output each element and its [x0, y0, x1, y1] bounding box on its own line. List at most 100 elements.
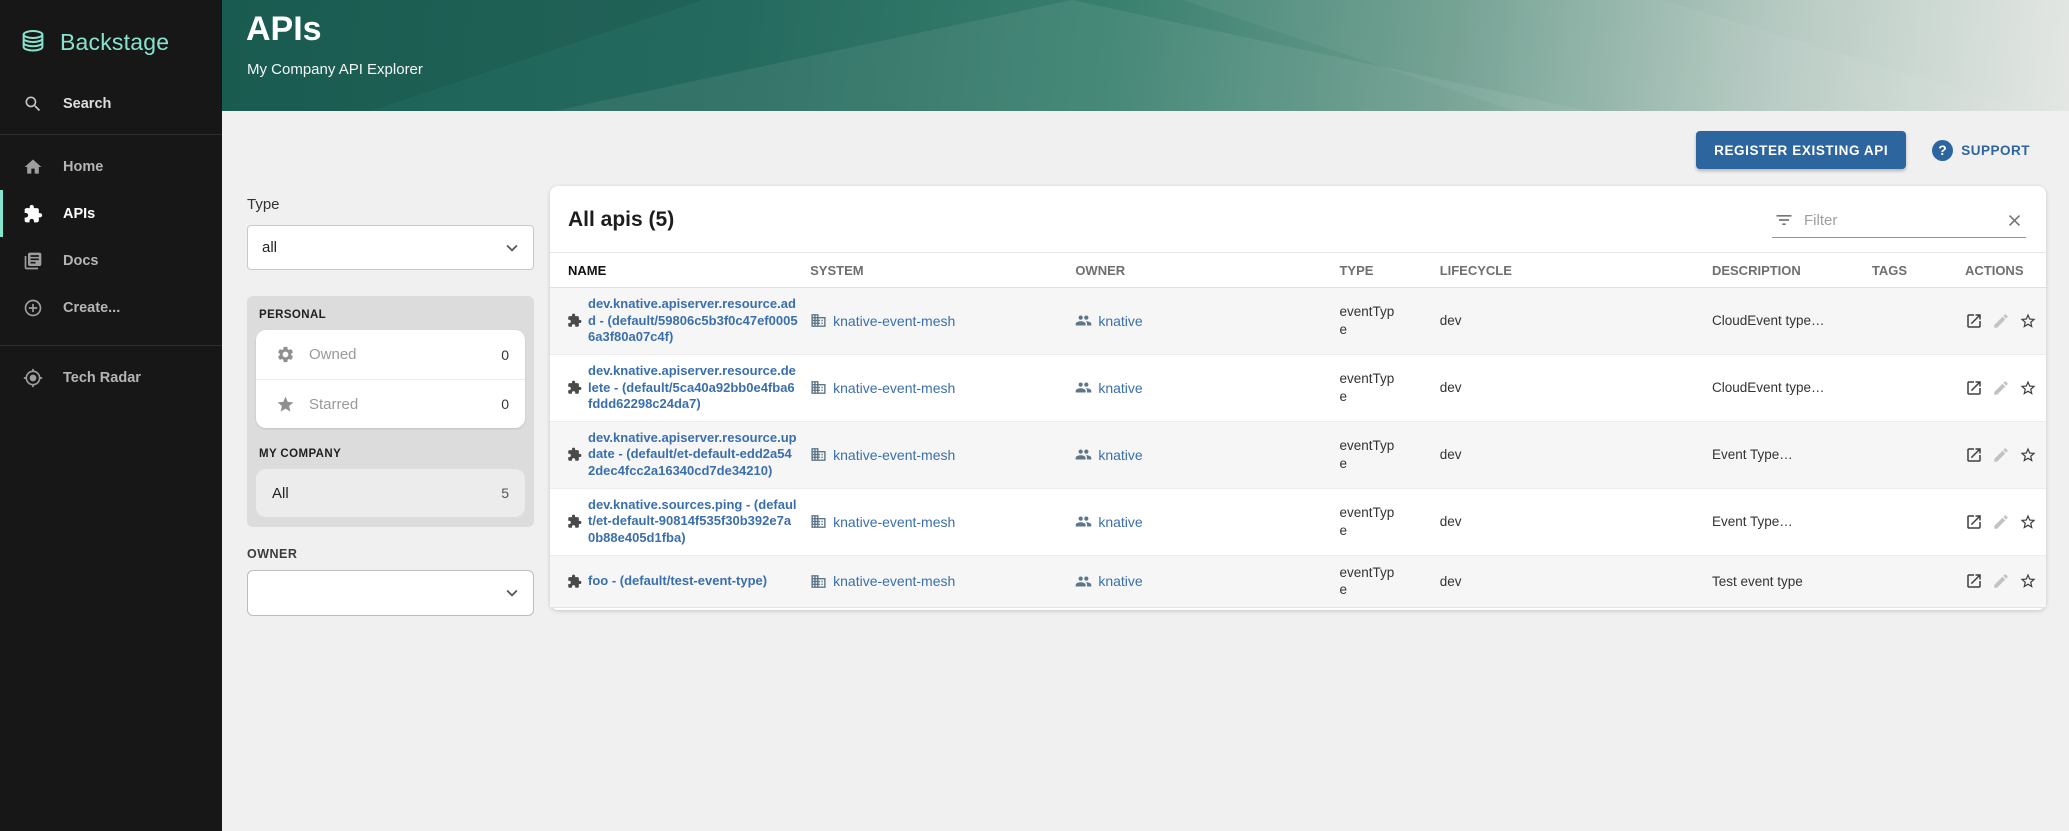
filter-panel: Type all PERSONAL Owned 0: [247, 196, 534, 616]
star-toggle-button[interactable]: [2019, 446, 2037, 464]
column-header-name[interactable]: NAME: [550, 253, 810, 288]
system-link[interactable]: knative-event-mesh: [833, 447, 955, 463]
view-definition-button[interactable]: [1965, 513, 1983, 531]
open-in-new-icon: [1965, 572, 1983, 590]
edit-button[interactable]: [1992, 379, 2010, 397]
system-link[interactable]: knative-event-mesh: [833, 380, 955, 396]
group-icon: [1075, 446, 1092, 463]
owner-select[interactable]: [247, 570, 534, 616]
type-value: eventType: [1339, 504, 1401, 539]
open-in-new-icon: [1965, 446, 1983, 464]
edit-button[interactable]: [1992, 572, 2010, 590]
filter-item-starred[interactable]: Starred 0: [256, 379, 525, 428]
api-name-link[interactable]: foo - (default/test-event-type): [588, 573, 798, 590]
view-definition-button[interactable]: [1965, 312, 1983, 330]
star-outline-icon: [2019, 513, 2037, 531]
column-header-owner[interactable]: OWNER: [1075, 253, 1339, 288]
edit-pencil-icon: [1992, 379, 2010, 397]
column-header-type[interactable]: TYPE: [1339, 253, 1439, 288]
register-existing-api-button[interactable]: REGISTER EXISTING API: [1696, 131, 1906, 169]
description-value: Test event type: [1712, 574, 1803, 589]
filter-item-all[interactable]: All 5: [256, 469, 525, 517]
owner-link[interactable]: knative: [1098, 447, 1142, 463]
owner-link[interactable]: knative: [1098, 514, 1142, 530]
support-button[interactable]: ? SUPPORT: [1932, 140, 2030, 161]
edit-pencil-icon: [1992, 572, 2010, 590]
sidebar-item-docs[interactable]: Docs: [0, 237, 222, 284]
api-name-link[interactable]: dev.knative.apiserver.resource.add - (de…: [588, 296, 798, 346]
api-table-card: All apis (5) NAME: [550, 186, 2046, 610]
sidebar-divider: [0, 345, 222, 346]
puzzle-icon: [567, 447, 582, 462]
type-select[interactable]: all: [247, 225, 534, 270]
table-header-bar: All apis (5): [550, 186, 2046, 252]
star-outline-icon: [2019, 379, 2037, 397]
company-group-label: MY COMPANY: [256, 446, 525, 469]
edit-pencil-icon: [1992, 312, 2010, 330]
support-label: SUPPORT: [1961, 143, 2030, 158]
domain-icon: [810, 312, 827, 329]
edit-button[interactable]: [1992, 513, 2010, 531]
star-outline-icon: [2019, 312, 2037, 330]
edit-button[interactable]: [1992, 312, 2010, 330]
add-circle-icon: [23, 298, 43, 318]
personal-group-label: PERSONAL: [256, 307, 525, 330]
owner-link[interactable]: knative: [1098, 380, 1142, 396]
group-icon: [1075, 573, 1092, 590]
star-toggle-button[interactable]: [2019, 379, 2037, 397]
gear-icon: [276, 345, 295, 364]
type-value: eventType: [1339, 370, 1401, 405]
api-name-link[interactable]: dev.knative.apiserver.resource.delete - …: [588, 363, 798, 413]
api-name-link[interactable]: dev.knative.sources.ping - (default/et-d…: [588, 497, 798, 547]
star-icon: [276, 395, 295, 414]
api-table: NAME SYSTEM OWNER TYPE LIFECYCLE DESCRIP…: [550, 252, 2046, 608]
view-definition-button[interactable]: [1965, 446, 1983, 464]
lifecycle-value: dev: [1440, 574, 1462, 589]
sidebar-item-apis[interactable]: APIs: [0, 190, 222, 237]
column-header-tags[interactable]: TAGS: [1872, 253, 1965, 288]
puzzle-icon: [23, 204, 43, 224]
view-definition-button[interactable]: [1965, 572, 1983, 590]
lifecycle-value: dev: [1440, 380, 1462, 395]
domain-icon: [810, 513, 827, 530]
owned-count: 0: [501, 347, 509, 363]
type-filter-label: Type: [247, 196, 534, 213]
edit-button[interactable]: [1992, 446, 2010, 464]
view-definition-button[interactable]: [1965, 379, 1983, 397]
table-row: dev.knative.apiserver.resource.update - …: [550, 421, 2046, 488]
entity-picker-groups: PERSONAL Owned 0 Starred 0 MY COM: [247, 296, 534, 527]
system-link[interactable]: knative-event-mesh: [833, 514, 955, 530]
logo-text: Backstage: [60, 29, 169, 56]
owner-filter-label: OWNER: [247, 547, 534, 561]
filter-item-owned[interactable]: Owned 0: [256, 330, 525, 379]
sidebar-item-create[interactable]: Create...: [0, 284, 222, 331]
type-value: eventType: [1339, 437, 1401, 472]
table-filter-input[interactable]: [1804, 212, 1995, 229]
system-link[interactable]: knative-event-mesh: [833, 573, 955, 589]
star-toggle-button[interactable]: [2019, 572, 2037, 590]
column-header-lifecycle[interactable]: LIFECYCLE: [1440, 253, 1712, 288]
sidebar-item-home[interactable]: Home: [0, 143, 222, 190]
owner-link[interactable]: knative: [1098, 313, 1142, 329]
sidebar-item-tech-radar[interactable]: Tech Radar: [0, 354, 222, 401]
backstage-logo[interactable]: Backstage: [0, 0, 222, 64]
docs-icon: [23, 251, 43, 271]
chevron-down-icon: [501, 582, 523, 604]
clear-filter-button[interactable]: [2005, 211, 2024, 230]
edit-pencil-icon: [1992, 513, 2010, 531]
star-toggle-button[interactable]: [2019, 312, 2037, 330]
api-name-link[interactable]: dev.knative.apiserver.resource.update - …: [588, 430, 798, 480]
system-link[interactable]: knative-event-mesh: [833, 313, 955, 329]
table-filter: [1772, 204, 2026, 238]
puzzle-icon: [567, 313, 582, 328]
open-in-new-icon: [1965, 513, 1983, 531]
sidebar-item-search[interactable]: Search: [0, 82, 222, 126]
column-header-system[interactable]: SYSTEM: [810, 253, 1075, 288]
open-in-new-icon: [1965, 312, 1983, 330]
star-toggle-button[interactable]: [2019, 513, 2037, 531]
group-icon: [1075, 513, 1092, 530]
domain-icon: [810, 446, 827, 463]
owner-link[interactable]: knative: [1098, 573, 1142, 589]
column-header-description[interactable]: DESCRIPTION: [1712, 253, 1872, 288]
table-row: dev.knative.apiserver.resource.add - (de…: [550, 288, 2046, 355]
